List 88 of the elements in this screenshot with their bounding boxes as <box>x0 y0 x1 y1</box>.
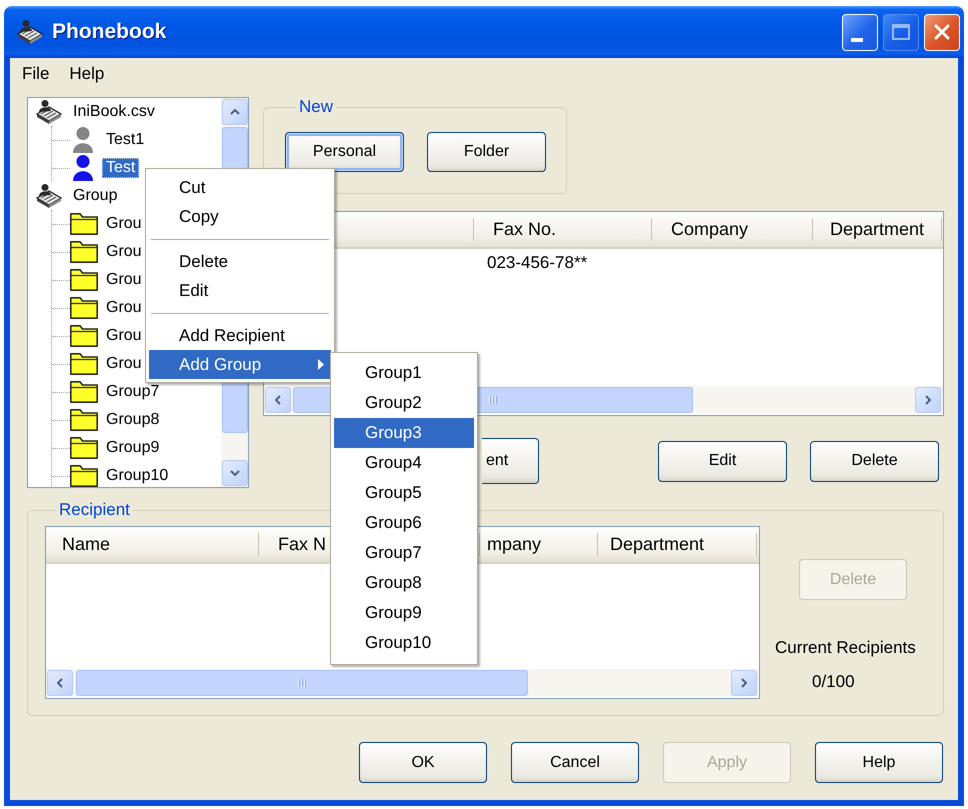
menu-item[interactable]: File <box>12 61 60 87</box>
recipients-label: Current Recipients <box>775 638 916 658</box>
tree-item[interactable]: Group8 <box>70 409 164 431</box>
column-header[interactable]: Department <box>830 219 924 240</box>
person-icon <box>73 155 93 181</box>
tree-item[interactable]: Test1 <box>70 127 148 153</box>
scrollbar[interactable] <box>46 669 759 696</box>
person-icon <box>73 127 93 153</box>
recipients-count: 0/100 <box>812 672 855 692</box>
maximize-icon <box>892 24 910 40</box>
scroll-left-button[interactable] <box>265 386 291 412</box>
menu-item[interactable]: Group1 <box>334 358 474 388</box>
folder-icon <box>70 437 98 459</box>
help-button[interactable]: Help <box>815 742 943 783</box>
folder-icon <box>70 465 98 487</box>
menu-item[interactable]: Group2 <box>334 388 474 418</box>
tree-item[interactable]: Group <box>36 183 122 209</box>
tree-item[interactable]: Grou <box>70 241 146 263</box>
folder-icon <box>70 269 98 291</box>
chevron-right-icon <box>925 394 931 404</box>
menu-item[interactable]: Group8 <box>334 568 474 598</box>
folder-icon <box>70 325 98 347</box>
tree-item[interactable]: Grou <box>70 325 146 347</box>
menu-item[interactable]: Add Recipient <box>149 321 331 350</box>
column-header[interactable]: Fax N <box>278 534 326 555</box>
menu-item[interactable]: Copy <box>149 202 331 231</box>
column-header[interactable]: mpany <box>487 534 542 555</box>
tree-item[interactable]: Grou <box>70 353 146 375</box>
tree-item[interactable]: Grou <box>70 269 146 291</box>
address-book-icon <box>17 19 43 45</box>
scrollbar-thumb[interactable] <box>76 670 528 696</box>
column-header[interactable]: Name <box>62 534 110 555</box>
address-book-icon <box>36 183 62 209</box>
folder-icon <box>70 353 98 375</box>
folder-icon <box>70 213 98 235</box>
menu-item[interactable]: Group5 <box>334 478 474 508</box>
tree-item[interactable]: Group7 <box>70 381 164 403</box>
submenu-arrow-icon <box>318 359 324 370</box>
chevron-left-icon <box>275 394 281 404</box>
menu-item[interactable]: Help <box>59 61 114 87</box>
menu-item[interactable]: Group6 <box>334 508 474 538</box>
chevron-up-icon <box>230 109 240 115</box>
scroll-up-button[interactable] <box>222 99 248 125</box>
menu-item[interactable]: Edit <box>149 276 331 305</box>
chevron-down-icon <box>230 470 240 476</box>
column-header[interactable]: Company <box>671 219 748 240</box>
chevron-left-icon <box>57 678 63 688</box>
menu-item[interactable]: Group3 <box>334 418 474 448</box>
folder-icon <box>70 381 98 403</box>
column-header[interactable]: Fax No. <box>493 219 556 240</box>
menu-item[interactable]: Group10 <box>334 628 474 658</box>
window-title: Phonebook <box>52 20 166 44</box>
menu-item[interactable]: Add Group <box>149 350 331 379</box>
personal-button[interactable]: Personal <box>285 132 404 172</box>
address-book-icon <box>36 99 62 125</box>
scroll-left-button[interactable] <box>47 670 73 696</box>
folder-icon <box>70 241 98 263</box>
button[interactable]: ent <box>482 438 539 484</box>
minimize-icon <box>851 38 863 42</box>
ok-button[interactable]: OK <box>359 742 487 783</box>
menu-item[interactable]: Delete <box>149 247 331 276</box>
tree-item[interactable]: Group9 <box>70 437 164 459</box>
edit-button[interactable]: Edit <box>658 440 787 482</box>
folder-button[interactable]: Folder <box>427 132 546 172</box>
tree-item[interactable]: Group10 <box>70 465 172 487</box>
table-cell: 023-456-78** <box>487 252 588 272</box>
delete-button[interactable]: Delete <box>810 440 939 482</box>
tree-item[interactable]: IniBook.csv <box>36 99 159 125</box>
menu-item[interactable]: Group9 <box>334 598 474 628</box>
close-icon <box>934 24 950 40</box>
scroll-down-button[interactable] <box>222 460 248 486</box>
scroll-right-button[interactable] <box>915 386 941 412</box>
tree-item[interactable]: Grou <box>70 213 146 235</box>
column-header[interactable]: Department <box>610 534 704 555</box>
scroll-right-button[interactable] <box>731 670 757 696</box>
menu-item[interactable]: Group4 <box>334 448 474 478</box>
group-title: Recipient <box>58 500 131 520</box>
folder-icon <box>70 409 98 431</box>
menu-item[interactable]: Cut <box>149 173 331 202</box>
tree-item[interactable]: Test <box>70 155 140 181</box>
folder-icon <box>70 297 98 319</box>
group-title: New <box>298 97 334 117</box>
minimize-button[interactable] <box>842 14 878 50</box>
chevron-right-icon <box>741 678 747 688</box>
menu-item[interactable]: Group7 <box>334 538 474 568</box>
tree-item[interactable]: Grou <box>70 297 146 319</box>
cancel-button[interactable]: Cancel <box>511 742 639 783</box>
close-button[interactable] <box>924 14 960 50</box>
